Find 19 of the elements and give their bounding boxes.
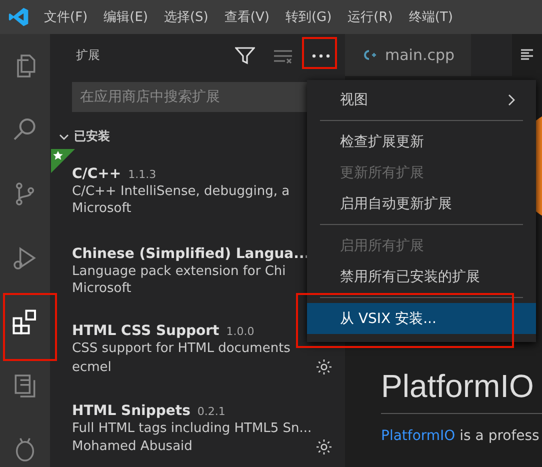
page-heading: PlatformIO	[381, 368, 542, 414]
extension-version: 0.2.1	[197, 404, 226, 418]
sidebar-title: 扩展	[76, 47, 101, 64]
extension-name: HTML Snippets	[72, 402, 190, 419]
extension-version: 1.0.0	[226, 325, 254, 338]
extension-description: Full HTML tags including HTML5 Sn...	[72, 420, 313, 436]
extension-publisher: Microsoft	[72, 280, 132, 296]
extension-name: Chinese (Simplified) Langua...	[72, 246, 310, 262]
extension-description: C/C++ IntelliSense, debugging, a	[72, 184, 291, 200]
extension-name: HTML CSS Support	[72, 323, 220, 340]
extension-description: CSS support for HTML documents	[72, 341, 292, 356]
tab-label: main.cpp	[385, 46, 455, 64]
paragraph: PlatformIO is a profess	[381, 428, 540, 444]
extension-publisher: Microsoft	[72, 201, 132, 216]
extension-name: C/C++	[72, 166, 122, 182]
extension-publisher: ecmel	[72, 360, 112, 375]
extension-description: Language pack extension for Chi	[72, 264, 287, 279]
extension-publisher: Mohamed Abusaid	[72, 439, 192, 454]
extension-version: 1.1.3	[128, 168, 156, 182]
